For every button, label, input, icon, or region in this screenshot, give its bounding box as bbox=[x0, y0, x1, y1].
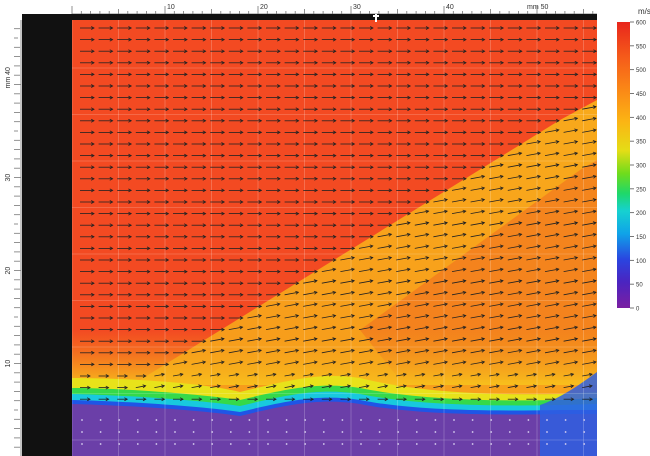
top-ruler-label: 40 bbox=[446, 4, 454, 11]
colorbar-tick-label: 300 bbox=[636, 164, 647, 170]
velocity-field-image[interactable] bbox=[72, 20, 597, 456]
colorbar-tick-label: 100 bbox=[636, 259, 647, 265]
top-ruler-label: 30 bbox=[353, 4, 361, 11]
left-ruler-label: 20 bbox=[5, 267, 12, 275]
colorbar-tick-label: 500 bbox=[636, 68, 647, 74]
colorbar-tick-label: 550 bbox=[636, 44, 647, 50]
colorbar-tick-label: 400 bbox=[636, 116, 647, 122]
top-ruler-label: 20 bbox=[260, 4, 268, 11]
left-ruler-label: 10 bbox=[5, 360, 12, 368]
colorbar-tick-label: 250 bbox=[636, 187, 647, 193]
top-ruler-label: mm 50 bbox=[527, 4, 549, 11]
colorbar-tick-label: 50 bbox=[636, 283, 643, 289]
colorbar-tick-label: 0 bbox=[636, 307, 640, 313]
velocity-field-viewer: 10 20 30 40 mm 50 mm 40302010 60055050045040… bbox=[0, 0, 650, 456]
colorbar-tick-label: 350 bbox=[636, 140, 647, 146]
colorbar-ticks: 600550500450400350300250200150100500 bbox=[630, 21, 647, 313]
colorbar-tick-label: 150 bbox=[636, 235, 647, 241]
colorbar-tick-label: 200 bbox=[636, 211, 647, 217]
colorbar-unit: m/s bbox=[638, 7, 650, 16]
colorbar-tick-label: 600 bbox=[636, 21, 647, 27]
colorbar-tick-label: 450 bbox=[636, 92, 647, 98]
colorbar bbox=[617, 22, 630, 308]
top-ruler-label: 10 bbox=[167, 4, 175, 11]
left-ruler-label: 30 bbox=[5, 174, 12, 182]
left-ruler-label: mm 40 bbox=[5, 67, 12, 89]
